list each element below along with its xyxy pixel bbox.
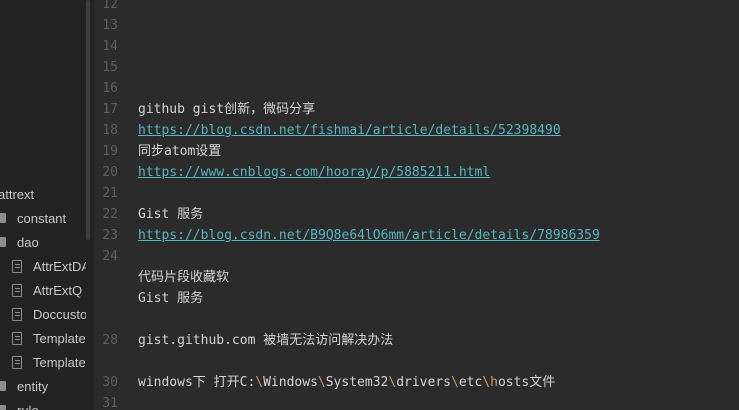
editor-line: 21 [94, 183, 739, 204]
editor-line: 代码片段收藏软 [94, 267, 739, 288]
folder-icon [0, 213, 6, 223]
tree-item-label: dao [17, 234, 39, 250]
code-text: github gist创新，微码分享 [138, 102, 316, 117]
code-text: Gist 服务 [138, 207, 204, 222]
code-link[interactable]: https://blog.csdn.net/B9Q8e64lO6mm/artic… [138, 225, 600, 246]
path-segment: System32 [325, 375, 389, 390]
file-icon [12, 355, 22, 369]
tree-item-file[interactable]: AttrExtDAO [12, 256, 86, 276]
tree-item-label: rule [17, 402, 39, 410]
code-text: Gist 服务 [138, 291, 204, 306]
editor-line: 15 [94, 57, 739, 78]
tree-item-entity[interactable]: entity [0, 376, 48, 396]
path-separator: \ [255, 375, 264, 390]
code-text: 代码片段收藏软 [138, 270, 230, 285]
tree-item-file[interactable]: AttrExtQ [12, 280, 86, 300]
line-number: 19 [102, 144, 118, 159]
editor-line: 16 [94, 78, 739, 99]
path-segment: osts文件 [497, 375, 556, 390]
line-number: 15 [102, 60, 118, 75]
tree-item-label: Template [33, 330, 86, 346]
path-segment: h [490, 375, 498, 390]
path-separator: \ [482, 375, 491, 390]
editor-line: 18 https://blog.csdn.net/fishmai/article… [94, 120, 739, 141]
file-icon [12, 259, 22, 273]
code-text: 同步atom设置 [138, 144, 222, 159]
file-icon [12, 283, 22, 297]
code-text: gist.github.com 被墙无法访问解决办法 [138, 333, 394, 348]
line-number: 30 [102, 375, 118, 390]
editor[interactable]: 12 13 14 15 16 17 github gist创新，微码分享 18 … [94, 0, 739, 410]
tree-item-label: Template [33, 354, 86, 370]
line-number: 18 [102, 123, 118, 138]
line-number: 28 [102, 333, 118, 348]
tree-item-attrext[interactable]: attrext [0, 184, 34, 204]
editor-line: 12 [94, 0, 739, 15]
line-number: 12 [102, 0, 118, 12]
tree-item-label: Doccusto [33, 306, 86, 322]
folder-icon [0, 381, 6, 391]
line-number: 14 [102, 39, 118, 54]
editor-line: 17 github gist创新，微码分享 [94, 99, 739, 120]
file-icon [12, 331, 22, 345]
path-separator: \ [450, 375, 459, 390]
folder-icon [0, 237, 6, 247]
file-tree: attrext constant dao AttrExtDAO AttrExtQ… [0, 0, 94, 410]
editor-line: 28 gist.github.com 被墙无法访问解决办法 [94, 330, 739, 351]
editor-line: 20 https://www.cnblogs.com/hooray/p/5885… [94, 162, 739, 183]
code-link[interactable]: https://www.cnblogs.com/hooray/p/5885211… [138, 162, 490, 183]
tree-item-constant[interactable]: constant [0, 208, 66, 228]
code-text-prefix: windows下 打开C: [138, 375, 256, 390]
tree-item-label: AttrExtQ [33, 282, 83, 298]
editor-line: 13 [94, 15, 739, 36]
line-number: 31 [102, 396, 118, 410]
line-number: 13 [102, 18, 118, 33]
tree-item-rule[interactable]: rule [0, 400, 39, 410]
editor-line: 19 同步atom设置 [94, 141, 739, 162]
line-number: 16 [102, 81, 118, 96]
sidebar-scrollbar[interactable] [86, 0, 90, 240]
editor-line: 31 [94, 393, 739, 410]
path-separator: \ [388, 375, 397, 390]
tree-item-file[interactable]: Doccusto [12, 304, 86, 324]
editor-line: 22 Gist 服务 [94, 204, 739, 225]
path-segment: drivers [396, 375, 451, 390]
tree-item-dao[interactable]: dao [0, 232, 39, 252]
path-segment: etc [458, 375, 483, 390]
editor-line: 14 [94, 36, 739, 57]
path-separator: \ [317, 375, 326, 390]
path-segment: Windows [263, 375, 318, 390]
tree-item-label: constant [17, 210, 67, 226]
tree-item-file[interactable]: Template [12, 352, 86, 372]
line-number: 20 [102, 165, 118, 180]
line-number: 24 [102, 249, 118, 264]
tree-item-label: entity [17, 378, 49, 394]
file-icon [12, 307, 22, 321]
line-number: 17 [102, 102, 118, 117]
code-link[interactable]: https://blog.csdn.net/fishmai/article/de… [138, 120, 561, 141]
code-text: windows下 打开C:\Windows\System32\drivers\e… [138, 372, 555, 393]
line-number: 22 [102, 207, 118, 222]
tree-item-file[interactable]: Template [12, 328, 86, 348]
tree-item-label: AttrExtDAO [33, 258, 86, 274]
editor-line: Gist 服务 [94, 288, 739, 309]
editor-line: 30 windows下 打开C:\Windows\System32\driver… [94, 372, 739, 393]
editor-line: 23 https://blog.csdn.net/B9Q8e64lO6mm/ar… [94, 225, 739, 246]
line-number: 23 [102, 228, 118, 243]
editor-line: 24 [94, 246, 739, 267]
tree-item-label: attrext [0, 186, 35, 202]
line-number: 21 [102, 186, 118, 201]
folder-icon [0, 405, 6, 410]
